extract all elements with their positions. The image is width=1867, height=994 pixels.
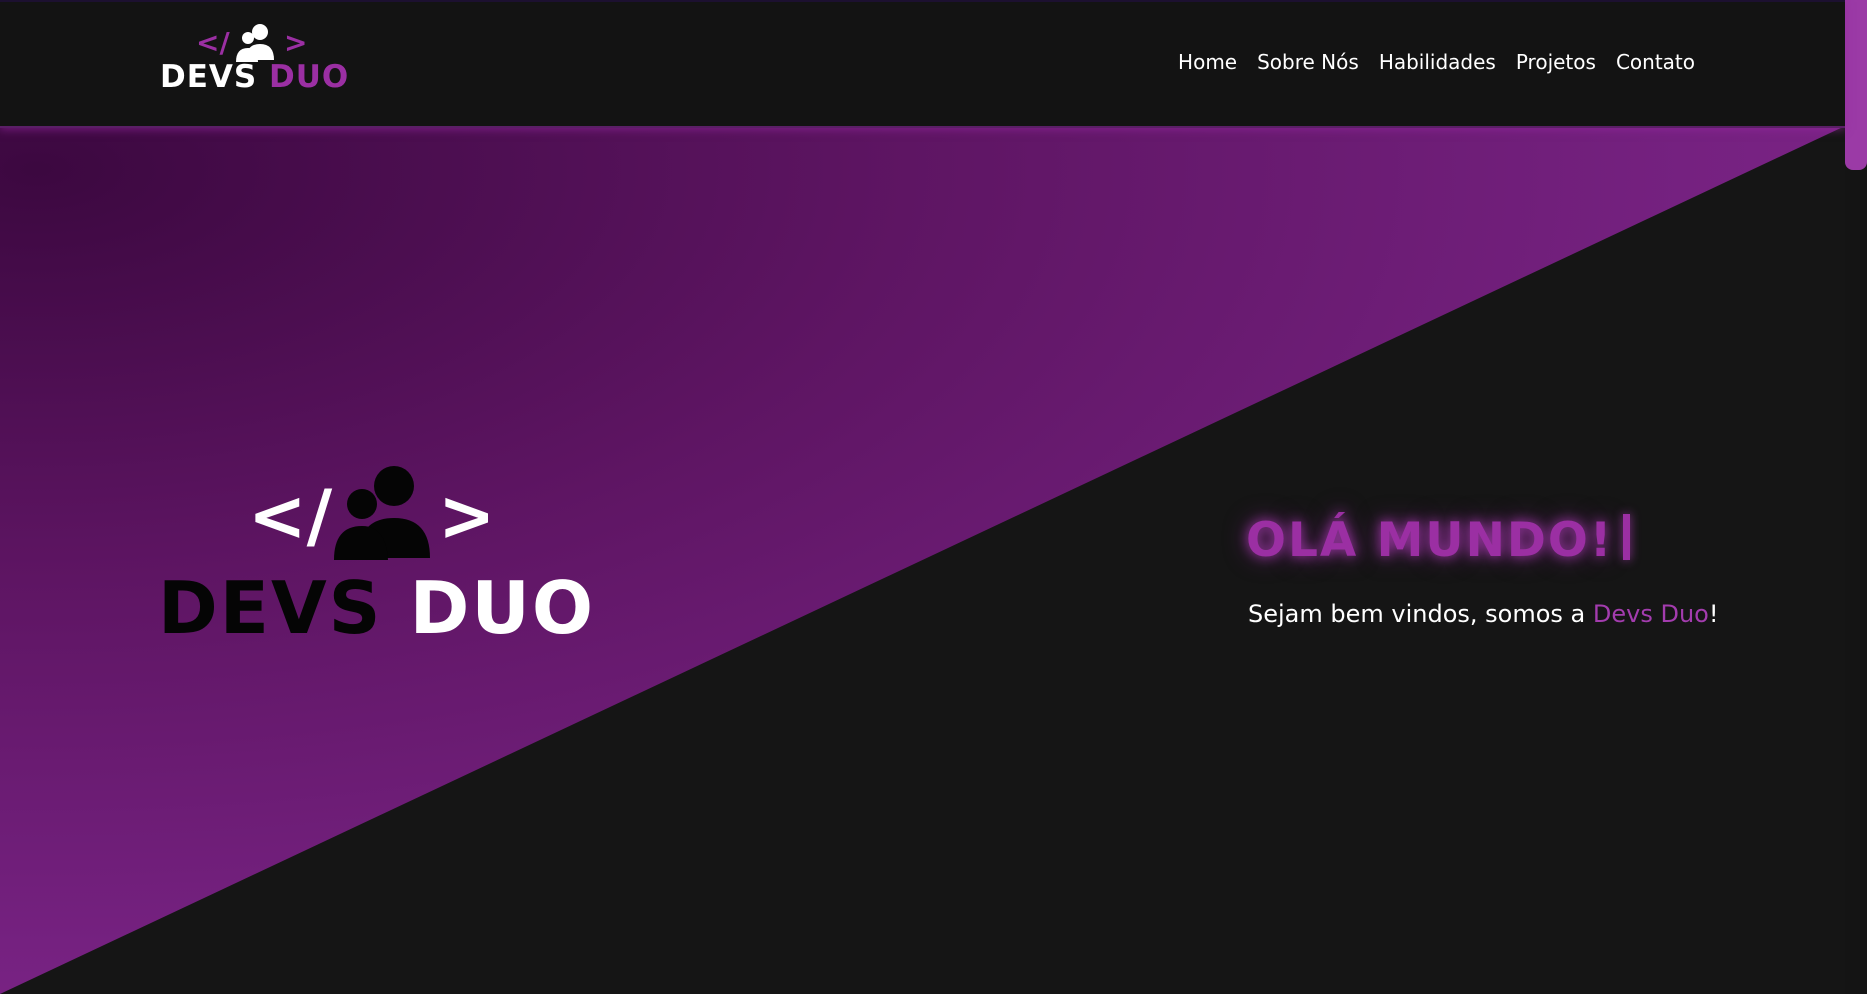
hero-subtitle-pre: Sejam bem vindos, somos a [1248, 600, 1593, 628]
hero-word-devs: DEVS [158, 566, 383, 650]
page: </ > DEVS DUO Home Sobre Nós Habilidades… [0, 0, 1867, 994]
nav-contato[interactable]: Contato [1616, 52, 1695, 72]
hero-wordmark: DEVS DUO [158, 572, 595, 644]
code-open-tag: </ [196, 26, 230, 59]
users-icon: </ > [248, 466, 488, 560]
hero-subtitle-highlight: Devs Duo [1592, 600, 1709, 628]
code-close-tag: > [284, 26, 306, 59]
main-nav: Home Sobre Nós Habilidades Projetos Cont… [1178, 52, 1695, 72]
typing-cursor [1623, 514, 1631, 560]
hero-title-text: OLÁ MUNDO! [1246, 513, 1614, 568]
scrollbar-thumb[interactable] [1845, 0, 1867, 170]
nav-sobre-nos[interactable]: Sobre Nós [1257, 52, 1359, 72]
users-icon: </ > [196, 24, 306, 62]
hero-word-duo: DUO [409, 566, 596, 650]
logo-word-duo: DUO [269, 59, 350, 95]
code-open-tag: </ [248, 475, 333, 557]
nav-projetos[interactable]: Projetos [1516, 52, 1596, 72]
logo-wordmark: DEVS DUO [160, 62, 349, 93]
header-divider [0, 126, 1845, 128]
nav-habilidades[interactable]: Habilidades [1379, 52, 1496, 72]
hero-title: OLÁ MUNDO! [1246, 514, 1631, 564]
hero-logo: </ > DEVS DUO [158, 462, 618, 652]
site-header: </ > DEVS DUO Home Sobre Nós Habilidades… [0, 0, 1845, 128]
header-logo[interactable]: </ > DEVS DUO [160, 22, 348, 100]
hero-subtitle-post: ! [1708, 600, 1719, 628]
hero-subtitle: Sejam bem vindos, somos a Devs Duo! [1248, 602, 1718, 626]
nav-home[interactable]: Home [1178, 52, 1237, 72]
code-close-tag: > [438, 475, 488, 557]
logo-word-devs: DEVS [160, 59, 258, 95]
